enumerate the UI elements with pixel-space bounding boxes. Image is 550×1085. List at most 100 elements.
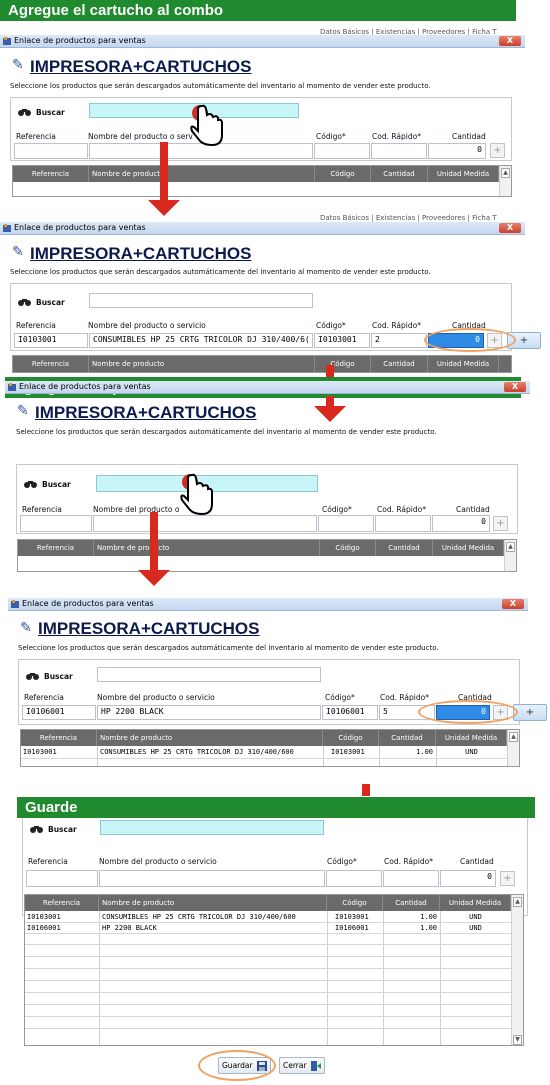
binoculars-icon	[30, 825, 43, 833]
highlight-ellipse	[418, 700, 518, 724]
grid-header: Referencia Nombre de producto Código Can…	[25, 895, 523, 911]
table-cell-code: I0103001	[335, 913, 369, 921]
grid-scrollbar[interactable]: ▲	[504, 540, 516, 571]
code-label: Código*	[316, 321, 346, 330]
products-grid: Referencia Nombre de producto Código Can…	[17, 539, 517, 572]
reference-field[interactable]	[14, 143, 88, 159]
col-code: Código	[323, 730, 379, 746]
table-cell-name: CONSUMIBLES HP 25 CRTG TRICOLOR DJ 310/4…	[100, 748, 294, 756]
search-label: Buscar	[36, 108, 65, 117]
step-banner-1: Agregue el cartucho al combo	[0, 0, 516, 21]
grid-scrollbar[interactable]: ▲	[499, 166, 511, 196]
paperclip-icon: ✎	[20, 620, 32, 636]
table-cell-unit: UND	[465, 748, 478, 756]
window-title: Enlace de productos para ventas	[19, 382, 151, 391]
background-menu-text: Datos Básicos | Existencias | Proveedore…	[320, 214, 497, 222]
product-name-field[interactable]	[99, 870, 325, 887]
close-icon[interactable]: X	[502, 599, 524, 609]
window-titlebar: Enlace de productos para ventas X	[0, 35, 525, 48]
col-product-name: Nombre de producto	[89, 356, 315, 372]
scroll-down-icon[interactable]: ▼	[513, 1035, 522, 1045]
add-spin-button[interactable]: +	[500, 871, 515, 886]
quick-code-field[interactable]	[371, 143, 427, 159]
code-field[interactable]: I0106001	[322, 705, 378, 720]
product-name-field[interactable]: HP 2200 BLACK	[97, 705, 321, 720]
arrow-down-icon	[160, 142, 168, 200]
col-product-name: Nombre de producto	[97, 730, 323, 746]
col-quantity: Cantidad	[383, 895, 440, 911]
add-spin-button[interactable]: +	[490, 143, 505, 158]
quantity-field[interactable]: 0	[428, 143, 486, 159]
quantity-field[interactable]: 0	[440, 870, 496, 887]
code-field[interactable]: I0103001	[314, 333, 370, 348]
window-icon	[2, 36, 12, 46]
col-unit: Unidad Medida	[436, 730, 507, 746]
close-button-label: Cerrar	[283, 1061, 307, 1070]
code-field[interactable]	[318, 515, 374, 532]
search-label: Buscar	[36, 298, 65, 307]
subtitle: Seleccione los productos que serán desca…	[10, 268, 431, 276]
search-input[interactable]	[97, 667, 321, 682]
reference-field[interactable]	[20, 515, 92, 532]
search-input[interactable]	[100, 820, 324, 835]
col-quantity: Cantidad	[379, 730, 436, 746]
grid-divider	[99, 911, 100, 1045]
reference-label: Referencia	[22, 505, 62, 514]
col-reference: Referencia	[13, 166, 89, 182]
table-cell-unit: UND	[469, 913, 482, 921]
col-product-name: Nombre de producto	[94, 540, 320, 556]
col-quantity: Cantidad	[376, 540, 433, 556]
search-label: Buscar	[44, 672, 73, 681]
scroll-up-icon[interactable]: ▲	[513, 897, 522, 907]
binoculars-icon	[24, 480, 37, 488]
product-name-label: Nombre del producto o servicio	[99, 857, 217, 866]
quick-code-field[interactable]: 2	[371, 333, 427, 348]
product-name-field[interactable]: CONSUMIBLES HP 25 CRTG TRICOLOR DJ 310/4…	[89, 333, 313, 348]
quick-code-label: Cod. Rápido*	[377, 505, 426, 514]
reference-field[interactable]: I0106001	[22, 705, 96, 720]
grid-scrollbar[interactable]: ▲ ▼	[511, 895, 523, 1045]
quick-code-field[interactable]	[375, 515, 431, 532]
window-icon	[2, 223, 12, 233]
col-code: Código	[327, 895, 383, 911]
grid-row-line	[25, 1028, 511, 1029]
code-field[interactable]	[314, 143, 370, 159]
highlight-ellipse	[424, 328, 516, 352]
reference-field[interactable]: I0103001	[14, 333, 88, 348]
search-input[interactable]	[89, 293, 313, 308]
arrow-down-icon	[138, 570, 170, 586]
quick-code-label: Cod. Rápido*	[372, 132, 421, 141]
add-spin-button[interactable]: +	[493, 516, 508, 531]
window-icon	[7, 382, 17, 392]
grid-row-line	[25, 944, 511, 945]
window-titlebar: Enlace de productos para ventas X	[8, 598, 528, 611]
table-cell-code: I0106001	[335, 924, 369, 932]
scroll-up-icon[interactable]: ▲	[506, 542, 515, 552]
quantity-field[interactable]: 0	[432, 515, 490, 532]
quick-code-label: Cod. Rápido*	[380, 693, 429, 702]
col-code: Código	[315, 356, 371, 372]
grid-row-line	[25, 956, 511, 957]
add-product-button[interactable]: +	[513, 704, 547, 721]
window-title: Enlace de productos para ventas	[22, 599, 154, 608]
quick-code-field[interactable]	[383, 870, 439, 887]
code-field[interactable]	[326, 870, 382, 887]
code-label: Código*	[327, 857, 357, 866]
grid-scrollbar[interactable]: ▲	[507, 730, 519, 766]
reference-label: Referencia	[16, 321, 56, 330]
table-cell-name: CONSUMIBLES HP 25 CRTG TRICOLOR DJ 310/4…	[102, 913, 296, 921]
window-icon	[10, 599, 20, 609]
scroll-up-icon[interactable]: ▲	[509, 732, 518, 742]
close-icon[interactable]: X	[504, 382, 526, 392]
hand-pointer-icon	[176, 472, 222, 520]
close-button[interactable]: Cerrar	[279, 1057, 325, 1074]
grid-row-line	[21, 758, 507, 759]
reference-field[interactable]	[26, 870, 98, 887]
close-icon[interactable]: X	[499, 223, 521, 233]
search-label: Buscar	[42, 480, 71, 489]
subtitle: Seleccione los productos que serán desca…	[10, 82, 431, 90]
scroll-up-icon[interactable]: ▲	[501, 168, 510, 178]
close-icon[interactable]: X	[499, 36, 521, 46]
col-unit: Unidad Medida	[428, 356, 499, 372]
reference-label: Referencia	[24, 693, 64, 702]
